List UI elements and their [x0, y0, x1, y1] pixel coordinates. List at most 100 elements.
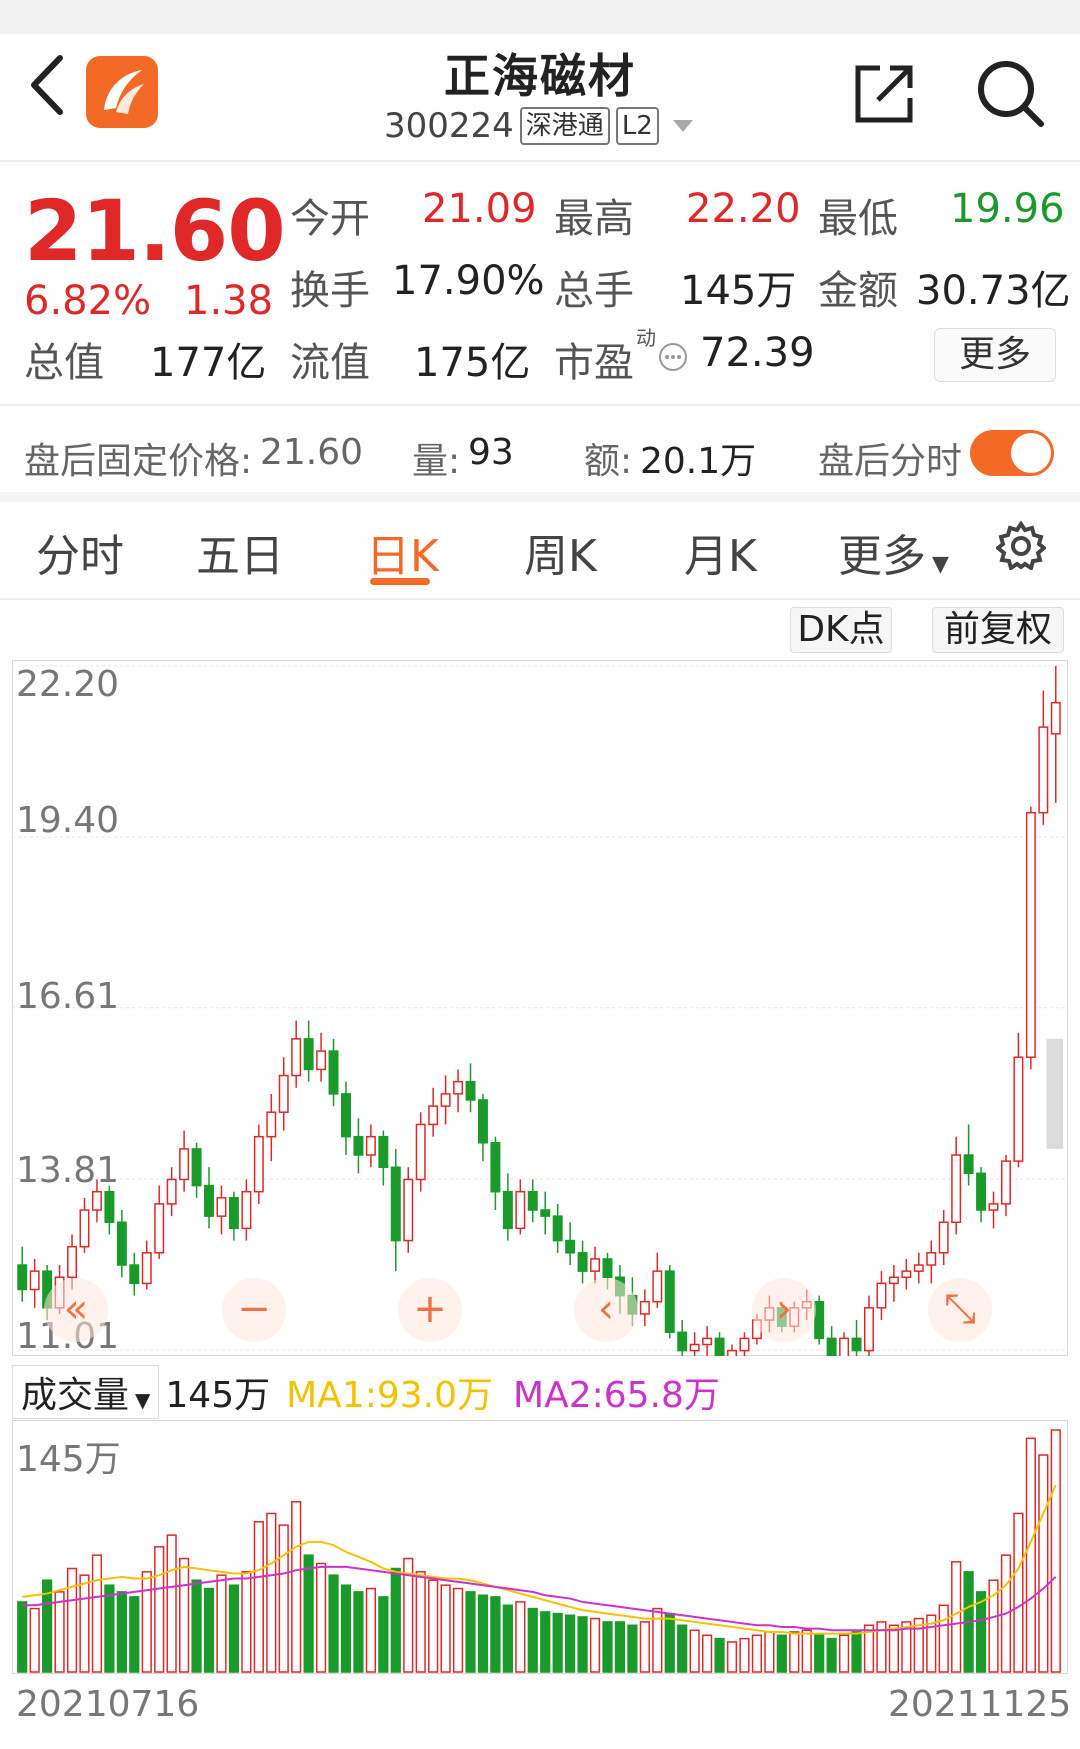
candle[interactable]	[228, 1197, 239, 1230]
volume-bar[interactable]	[216, 1574, 227, 1673]
candle[interactable]	[253, 1135, 264, 1193]
scroll-right-icon[interactable]: ›	[752, 1278, 816, 1342]
candle[interactable]	[91, 1190, 102, 1211]
volume-bar[interactable]	[141, 1571, 152, 1673]
candle[interactable]	[191, 1148, 202, 1187]
candle[interactable]	[1000, 1160, 1011, 1205]
volume-bar[interactable]	[714, 1637, 725, 1673]
candle[interactable]	[390, 1166, 401, 1242]
volume-bar[interactable]	[353, 1591, 364, 1673]
candle[interactable]	[876, 1282, 887, 1309]
candle[interactable]	[677, 1331, 688, 1352]
candle[interactable]	[17, 1264, 28, 1291]
volume-bar[interactable]	[502, 1604, 513, 1673]
candle[interactable]	[415, 1123, 426, 1181]
candle[interactable]	[328, 1050, 339, 1095]
candle[interactable]	[814, 1300, 825, 1340]
volume-bar[interactable]	[104, 1584, 115, 1673]
candle[interactable]	[141, 1252, 152, 1285]
more-quote-button[interactable]: 更多	[934, 328, 1056, 382]
candle[interactable]	[490, 1142, 501, 1193]
candle[interactable]	[440, 1093, 451, 1107]
candle[interactable]	[278, 1074, 289, 1113]
volume-bar[interactable]	[701, 1634, 713, 1673]
dk-point-button[interactable]: DK点	[790, 607, 892, 653]
candle[interactable]	[702, 1337, 713, 1346]
tab-daily-k[interactable]: 日K	[366, 520, 439, 584]
search-icon[interactable]	[975, 58, 1045, 128]
volume-bar[interactable]	[614, 1621, 626, 1673]
volume-bar[interactable]	[378, 1596, 389, 1673]
volume-bar[interactable]	[154, 1546, 165, 1673]
candle[interactable]	[291, 1038, 302, 1077]
volume-bar[interactable]	[241, 1571, 252, 1673]
candle[interactable]	[428, 1105, 439, 1126]
volume-bar[interactable]	[751, 1634, 763, 1673]
volume-bar[interactable]	[851, 1631, 862, 1673]
candle[interactable]	[727, 1349, 737, 1356]
info-dots-icon[interactable]	[658, 342, 688, 372]
candle[interactable]	[241, 1190, 252, 1230]
candle[interactable]	[988, 1203, 999, 1211]
volume-bar[interactable]	[565, 1614, 576, 1673]
candle[interactable]	[714, 1337, 725, 1356]
afterhours-toggle[interactable]	[970, 430, 1054, 476]
volume-bar[interactable]	[291, 1501, 302, 1673]
candle[interactable]	[79, 1209, 90, 1248]
candle[interactable]	[154, 1203, 165, 1254]
candle[interactable]	[826, 1337, 837, 1356]
zoom-in-icon[interactable]: +	[398, 1278, 462, 1342]
volume-bar[interactable]	[527, 1607, 538, 1673]
candle[interactable]	[540, 1209, 551, 1217]
volume-bar[interactable]	[79, 1574, 90, 1673]
candle[interactable]	[403, 1178, 414, 1242]
volume-bar[interactable]	[677, 1624, 688, 1673]
candle[interactable]	[316, 1050, 327, 1071]
candle[interactable]	[590, 1258, 601, 1272]
volume-bar[interactable]	[589, 1617, 601, 1673]
volume-bar[interactable]	[515, 1601, 526, 1673]
tab-five-day[interactable]: 五日	[196, 520, 284, 584]
volume-chart[interactable]	[12, 1420, 1068, 1674]
candle[interactable]	[901, 1270, 912, 1279]
volume-bar[interactable]	[814, 1634, 825, 1673]
candle[interactable]	[365, 1135, 376, 1156]
candle[interactable]	[951, 1154, 962, 1223]
volume-bar[interactable]	[303, 1554, 314, 1673]
scroll-left-fast-icon[interactable]: «	[44, 1278, 108, 1342]
tab-intraday[interactable]: 分时	[36, 520, 124, 584]
volume-bar[interactable]	[465, 1591, 476, 1673]
candle[interactable]	[689, 1343, 700, 1352]
volume-bar[interactable]	[66, 1567, 78, 1673]
fullscreen-icon[interactable]: ⤡	[928, 1278, 992, 1342]
candle[interactable]	[179, 1148, 190, 1181]
volume-bar[interactable]	[266, 1512, 277, 1673]
candle[interactable]	[913, 1264, 924, 1272]
volume-bar[interactable]	[440, 1584, 451, 1673]
volume-bar[interactable]	[627, 1624, 638, 1673]
volume-bar[interactable]	[29, 1607, 40, 1673]
gear-icon[interactable]	[996, 520, 1046, 570]
candle[interactable]	[739, 1337, 750, 1352]
candle[interactable]	[303, 1038, 314, 1071]
volume-bar[interactable]	[203, 1587, 215, 1673]
volume-bar[interactable]	[477, 1594, 489, 1673]
volume-bar[interactable]	[1038, 1454, 1049, 1673]
candle[interactable]	[129, 1264, 140, 1285]
candle[interactable]	[963, 1154, 974, 1175]
volume-bar[interactable]	[826, 1637, 837, 1673]
volume-bar[interactable]	[639, 1621, 650, 1673]
candle[interactable]	[341, 1093, 351, 1138]
volume-bar[interactable]	[552, 1612, 563, 1673]
share-icon[interactable]	[852, 62, 916, 126]
scroll-left-icon[interactable]: ‹	[574, 1278, 638, 1342]
volume-bar[interactable]	[801, 1629, 812, 1673]
candle[interactable]	[938, 1221, 949, 1254]
chevron-down-icon[interactable]	[672, 120, 693, 132]
candle[interactable]	[552, 1215, 563, 1242]
volume-bar[interactable]	[1025, 1437, 1036, 1673]
volume-bar[interactable]	[689, 1629, 700, 1673]
candle[interactable]	[888, 1276, 899, 1285]
candle[interactable]	[652, 1270, 663, 1303]
volume-bar[interactable]	[129, 1596, 140, 1673]
